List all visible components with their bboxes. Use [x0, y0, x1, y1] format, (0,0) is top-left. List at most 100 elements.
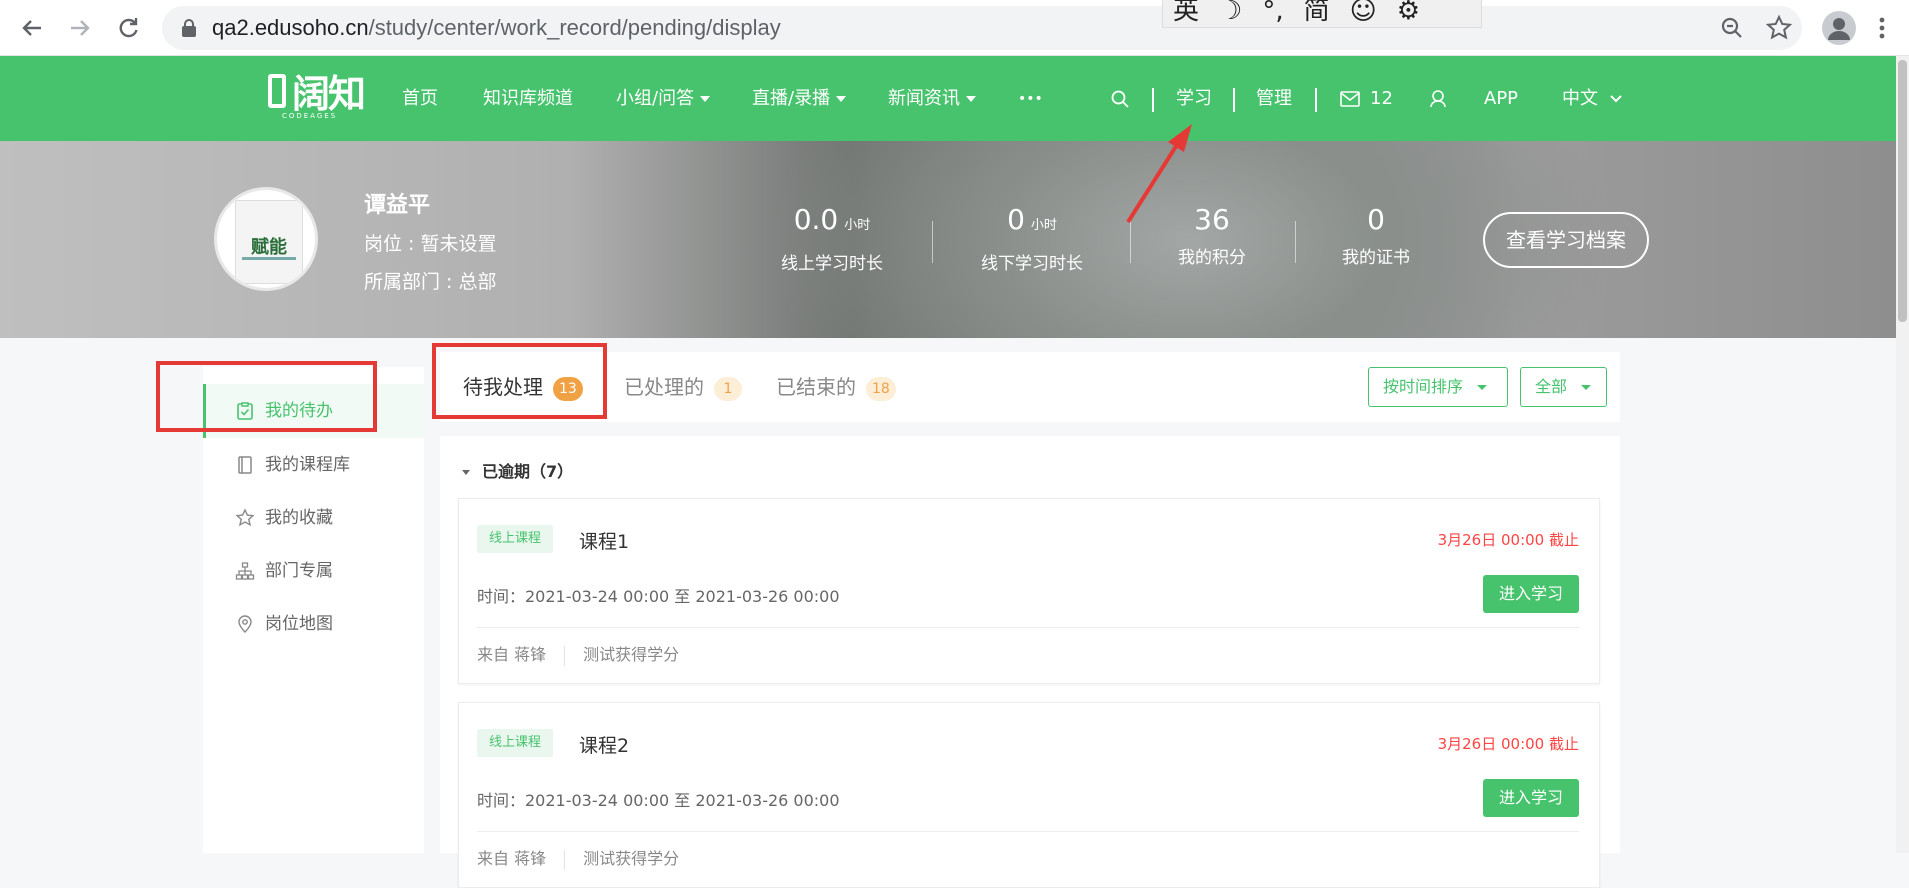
- assigned-by: 来自 蒋锋: [477, 849, 547, 868]
- forward-arrow-icon[interactable]: [66, 14, 94, 42]
- sidebar-item-label: 我的收藏: [265, 508, 333, 528]
- nav-messages[interactable]: 12: [1340, 87, 1393, 111]
- language-switcher[interactable]: 中文: [1562, 87, 1622, 111]
- enter-study-button[interactable]: 进入学习: [1483, 575, 1579, 613]
- chevron-down-icon: [1610, 95, 1622, 103]
- ime-moon-icon[interactable]: ☽: [1219, 0, 1242, 24]
- collapse-caret-icon: [462, 470, 470, 475]
- ime-lang-indicator[interactable]: 英: [1173, 0, 1199, 24]
- course-title[interactable]: 课程1: [579, 527, 629, 554]
- divider: [1233, 88, 1235, 112]
- nav-home[interactable]: 首页: [402, 87, 438, 111]
- stat-certificates: 0 我的证书: [1342, 203, 1410, 268]
- nav-app[interactable]: APP: [1484, 87, 1518, 111]
- annotation-highlight-box: [156, 361, 377, 432]
- user-icon[interactable]: [1428, 89, 1448, 109]
- card-footer: 来自 蒋锋 测试获得学分: [477, 845, 679, 870]
- stat-online-hours: 0.0 小时 线上学习时长: [781, 203, 883, 274]
- user-name: 谭益平: [364, 193, 431, 218]
- sidebar-item-label: 我的课程库: [265, 455, 350, 475]
- sidebar-item-my-courses[interactable]: 我的课程库: [203, 438, 424, 492]
- annotation-arrow-icon: [1126, 124, 1192, 224]
- sidebar-item-my-favorites[interactable]: 我的收藏: [203, 491, 424, 545]
- ime-toolbar[interactable]: 英 ☽ °, 简 ☺ ⚙: [1162, 0, 1482, 28]
- profile-banner: 赋能 谭益平 岗位 : 暂未设置 所属部门 : 总部 0.0 小时 线上学习时长 …: [0, 141, 1896, 338]
- url-text: qa2.edusoho.cn/study/center/work_record/…: [212, 15, 781, 40]
- org-chart-icon: [235, 562, 255, 580]
- card-footer: 来自 蒋锋 测试获得学分: [477, 641, 679, 666]
- chevron-down-icon: [700, 96, 711, 102]
- nav-more[interactable]: •••: [1018, 87, 1043, 111]
- deadline-text: 3月26日 00:00 截止: [1437, 531, 1579, 549]
- mail-icon: [1340, 91, 1360, 107]
- chevron-down-icon: [836, 96, 847, 102]
- scope-dropdown[interactable]: 全部: [1520, 367, 1607, 407]
- course-title[interactable]: 课程2: [579, 731, 629, 758]
- back-arrow-icon[interactable]: [18, 14, 46, 42]
- bookmark-star-icon[interactable]: [1765, 14, 1793, 42]
- book-icon: [238, 456, 252, 474]
- nav-manage[interactable]: 管理: [1256, 87, 1292, 111]
- chevron-down-icon: [966, 96, 976, 102]
- sidebar-item-job-map[interactable]: 岗位地图: [203, 597, 424, 651]
- reload-icon[interactable]: [114, 14, 142, 42]
- view-learning-archive-button[interactable]: 查看学习档案: [1483, 212, 1649, 268]
- tab-finished[interactable]: 已结束的 18: [776, 372, 896, 402]
- sort-dropdown[interactable]: 按时间排序: [1368, 367, 1508, 407]
- ime-punct-indicator[interactable]: °,: [1262, 0, 1283, 24]
- ime-emoji-icon[interactable]: ☺: [1350, 0, 1377, 24]
- ime-settings-icon[interactable]: ⚙: [1397, 0, 1420, 24]
- task-list-panel: 已逾期（7） 线上课程 课程1 3月26日 00:00 截止 时间：2021-0…: [440, 436, 1620, 888]
- sidebar-item-department[interactable]: 部门专属: [203, 544, 424, 598]
- kebab-menu-icon[interactable]: [1868, 14, 1896, 42]
- count-badge: 18: [866, 376, 896, 401]
- browser-profile-avatar[interactable]: [1822, 11, 1856, 45]
- enter-study-button[interactable]: 进入学习: [1483, 779, 1579, 817]
- nav-study[interactable]: 学习: [1176, 87, 1212, 111]
- divider: [477, 831, 1579, 832]
- browser-toolbar: qa2.edusoho.cn/study/center/work_record/…: [0, 0, 1909, 56]
- course-time: 时间：2021-03-24 00:00 至 2021-03-26 00:00: [477, 587, 840, 606]
- nav-live-recorded[interactable]: 直播/录播: [752, 87, 847, 111]
- sidebar: 我的待办 我的课程库 我的收藏 部门专属 岗位地图: [203, 367, 424, 853]
- annotation-highlight-box: [432, 343, 607, 419]
- sidebar-item-label: 岗位地图: [265, 614, 333, 634]
- course-time: 时间：2021-03-24 00:00 至 2021-03-26 00:00: [477, 791, 840, 810]
- nav-groups-qa[interactable]: 小组/问答: [616, 87, 711, 111]
- avatar-image: 赋能: [235, 200, 303, 284]
- task-note: 测试获得学分: [583, 645, 680, 664]
- search-icon[interactable]: [1110, 89, 1130, 109]
- chevron-down-icon: [1477, 385, 1488, 390]
- avatar[interactable]: 赋能: [214, 187, 318, 291]
- star-icon: [235, 508, 255, 527]
- task-note: 测试获得学分: [583, 849, 680, 868]
- course-type-tag: 线上课程: [477, 729, 554, 757]
- divider: [1295, 221, 1296, 263]
- divider: [477, 627, 1579, 628]
- user-position: 岗位 : 暂未设置: [364, 233, 497, 255]
- address-bar[interactable]: qa2.edusoho.cn/study/center/work_record/…: [162, 6, 1802, 50]
- chevron-down-icon: [1581, 385, 1592, 390]
- task-tabs-bar: 待我处理 13 已处理的 1 已结束的 18 按时间排序 全部: [440, 352, 1620, 422]
- divider: [1315, 88, 1317, 112]
- map-pin-icon: [238, 615, 252, 633]
- deadline-text: 3月26日 00:00 截止: [1437, 735, 1579, 753]
- overdue-group-header[interactable]: 已逾期（7）: [462, 458, 573, 482]
- site-header: 阔知 CODEAGES 首页 知识库频道 小组/问答 直播/录播 新闻资讯 ••…: [0, 56, 1896, 141]
- nav-knowledge-channel[interactable]: 知识库频道: [483, 87, 573, 111]
- site-logo[interactable]: 阔知 CODEAGES: [268, 74, 366, 120]
- sidebar-item-label: 部门专属: [265, 561, 333, 581]
- page-scrollbar-thumb[interactable]: [1898, 60, 1907, 322]
- ime-simplified-indicator[interactable]: 简: [1304, 0, 1330, 24]
- divider: [932, 221, 933, 263]
- divider: [1152, 88, 1154, 112]
- zoom-icon[interactable]: [1718, 14, 1746, 42]
- tab-processed[interactable]: 已处理的 1: [624, 372, 742, 402]
- course-type-tag: 线上课程: [477, 525, 554, 553]
- assigned-by: 来自 蒋锋: [477, 645, 547, 664]
- count-badge: 1: [714, 376, 742, 401]
- lock-icon: [182, 19, 196, 37]
- task-card: 线上课程 课程1 3月26日 00:00 截止 时间：2021-03-24 00…: [458, 498, 1600, 684]
- stat-offline-hours: 0 小时 线下学习时长: [981, 203, 1083, 274]
- nav-news[interactable]: 新闻资讯: [888, 87, 976, 111]
